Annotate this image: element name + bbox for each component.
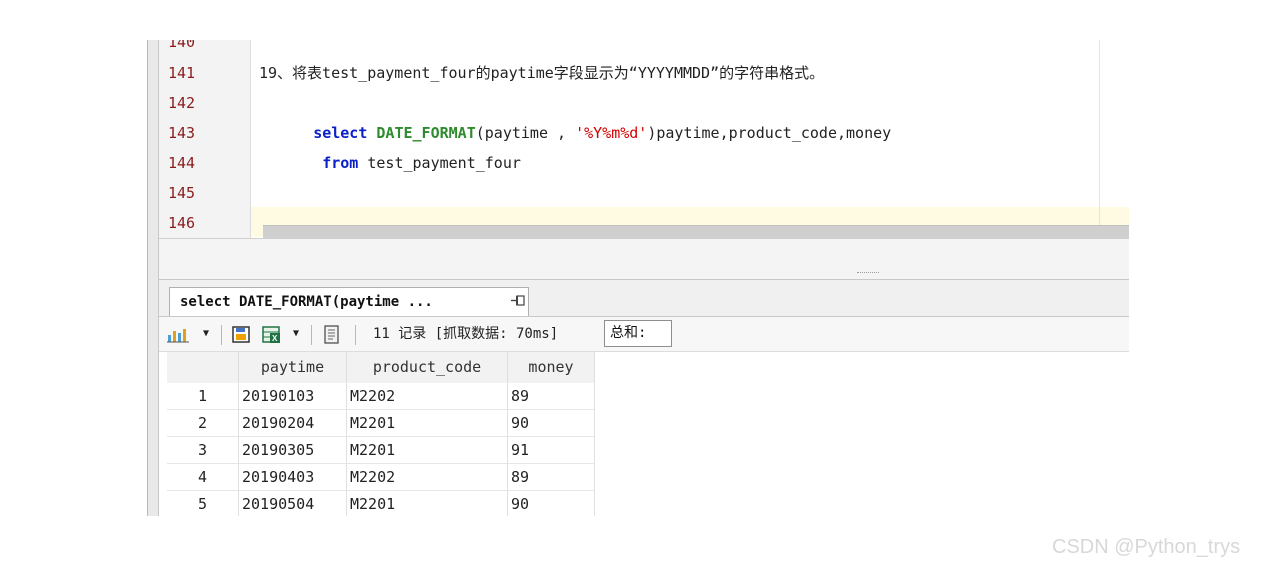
sql-format-string: '%Y%m%d' <box>575 124 648 142</box>
sql-client-window: 140 141 142 143 144 145 146 19、将表test_pa… <box>147 40 1129 516</box>
row-number[interactable]: 3 <box>167 437 239 464</box>
record-count-info: 11 记录 [抓取数据: 70ms] <box>373 326 559 342</box>
table-cell[interactable]: 20190305 <box>239 437 347 464</box>
csdn-watermark: CSDN @Python_trys <box>1052 536 1241 558</box>
sum-field: 总和: <box>604 320 672 347</box>
column-header-paytime[interactable]: paytime <box>239 352 347 383</box>
save-result-icon[interactable] <box>231 325 253 349</box>
result-toolbar: ▼ X ▼ 11 记录 [抓取数据: 70ms] 总和: <box>159 317 1129 352</box>
line-number: 144 <box>168 154 196 172</box>
row-number[interactable]: 2 <box>167 410 239 437</box>
line-number: 140 <box>168 40 196 51</box>
table-cell[interactable]: 89 <box>508 383 595 410</box>
code-line-select[interactable]: select DATE_FORMAT(paytime , '%Y%m%d')pa… <box>259 88 891 142</box>
table-cell[interactable]: M2202 <box>347 383 508 410</box>
row-number[interactable]: 1 <box>167 383 239 410</box>
pin-icon[interactable] <box>510 294 526 312</box>
chevron-down-icon[interactable]: ▼ <box>203 317 209 351</box>
code-line-from[interactable]: from test_payment_four <box>259 118 521 172</box>
table-cell[interactable]: 20190103 <box>239 383 347 410</box>
toolbar-divider <box>221 325 222 345</box>
pane-splitter[interactable] <box>159 238 1129 280</box>
splitter-grip[interactable] <box>857 272 879 276</box>
editor-margin-line <box>1099 40 1100 238</box>
table-cell[interactable]: 20190504 <box>239 491 347 516</box>
toolbar-divider <box>311 325 312 345</box>
result-tab-label: select DATE_FORMAT(paytime ... <box>180 294 433 310</box>
line-number: 143 <box>168 124 196 142</box>
editor-horizontal-scrollbar[interactable] <box>263 225 1129 238</box>
sql-keyword-from: from <box>313 154 359 172</box>
table-cell[interactable]: 89 <box>508 464 595 491</box>
result-tabstrip: select DATE_FORMAT(paytime ... <box>159 280 1129 317</box>
left-panel-border <box>147 40 159 516</box>
table-cell[interactable]: 20190403 <box>239 464 347 491</box>
table-cell[interactable]: M2201 <box>347 410 508 437</box>
table-cell[interactable]: M2202 <box>347 464 508 491</box>
code-line-comment[interactable]: 19、将表test_payment_four的paytime字段显示为“YYYY… <box>259 58 824 88</box>
results-panel: select DATE_FORMAT(paytime ... ▼ X ▼ 11 … <box>159 280 1129 516</box>
table-cell[interactable]: 91 <box>508 437 595 464</box>
table-cell[interactable]: M2201 <box>347 491 508 516</box>
line-number: 145 <box>168 184 196 202</box>
table-cell[interactable]: 90 <box>508 410 595 437</box>
sql-editor[interactable]: 140 141 142 143 144 145 146 19、将表test_pa… <box>159 40 1129 238</box>
grid-corner-header <box>167 352 239 383</box>
sql-columns: )paytime,product_code,money <box>647 124 892 142</box>
chevron-down-icon[interactable]: ▼ <box>293 317 299 351</box>
table-cell[interactable]: 90 <box>508 491 595 516</box>
column-header-product-code[interactable]: product_code <box>347 352 508 383</box>
svg-text:X: X <box>272 334 278 343</box>
document-icon[interactable] <box>321 325 343 349</box>
chart-wizard-icon[interactable] <box>167 325 193 347</box>
row-number[interactable]: 4 <box>167 464 239 491</box>
table-cell[interactable]: M2201 <box>347 437 508 464</box>
line-number: 141 <box>168 64 196 82</box>
export-excel-icon[interactable]: X <box>261 325 283 349</box>
row-number[interactable]: 5 <box>167 491 239 516</box>
line-number: 146 <box>168 214 196 232</box>
line-number: 142 <box>168 94 196 112</box>
sql-table-name: test_payment_four <box>358 154 521 172</box>
toolbar-divider <box>355 325 356 345</box>
result-tab[interactable]: select DATE_FORMAT(paytime ... <box>169 287 529 316</box>
column-header-money[interactable]: money <box>508 352 595 383</box>
table-cell[interactable]: 20190204 <box>239 410 347 437</box>
